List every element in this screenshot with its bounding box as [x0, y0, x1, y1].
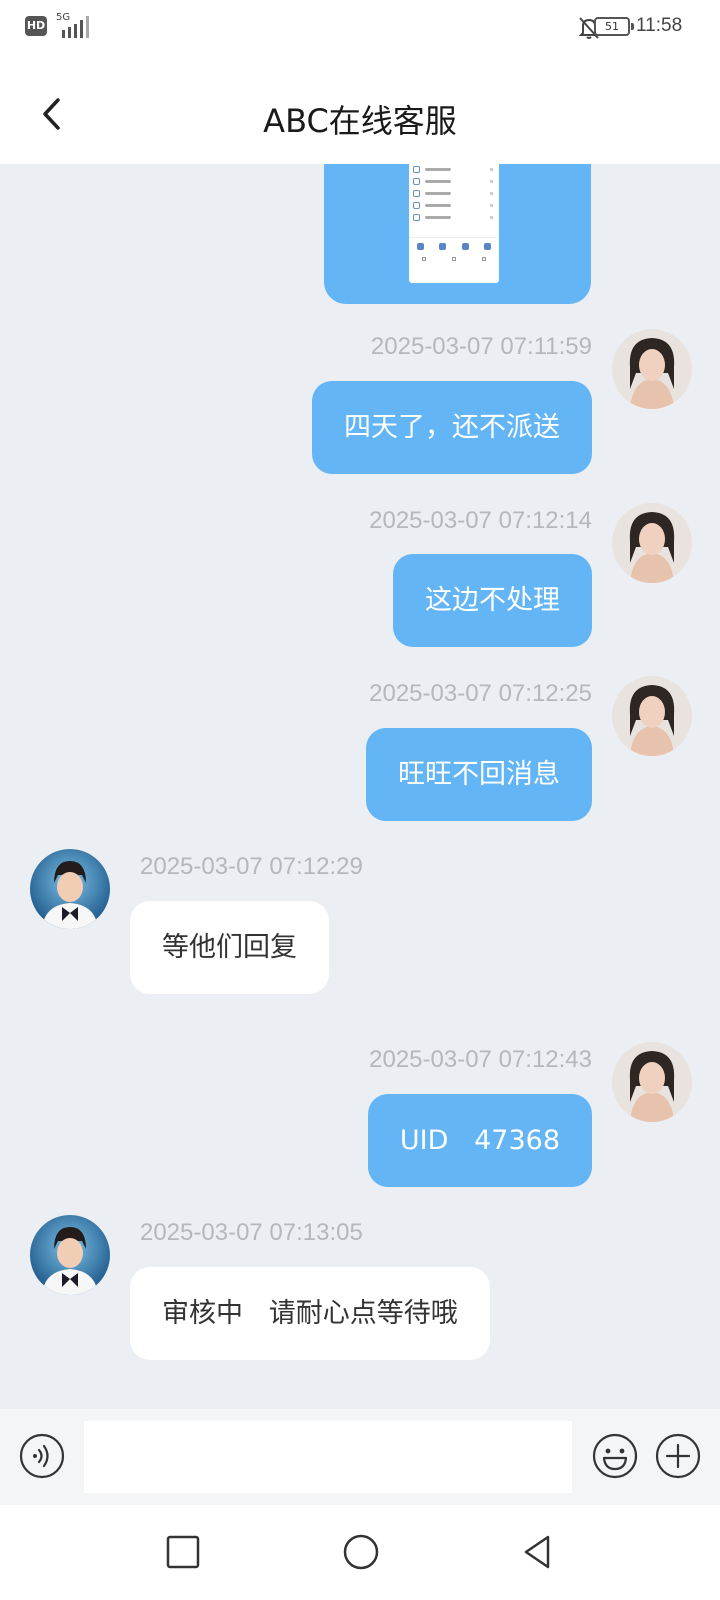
- hd-badge: HD: [25, 16, 47, 36]
- battery-indicator: 51: [594, 17, 634, 36]
- signal-icon: [62, 16, 89, 38]
- screenshot-thumbnail: [409, 164, 499, 283]
- incoming-message[interactable]: 等他们回复: [130, 901, 329, 994]
- system-nav-bar: [0, 1505, 720, 1600]
- message-timestamp: 2025-03-07 07:13:05: [140, 1219, 363, 1246]
- image-message[interactable]: [324, 164, 591, 304]
- status-bar: HD 5G 51 11:58: [0, 0, 720, 56]
- message-input[interactable]: [84, 1421, 572, 1493]
- message-timestamp: 2025-03-07 07:12:29: [140, 853, 363, 880]
- user-avatar[interactable]: [612, 329, 692, 409]
- voice-icon[interactable]: [19, 1433, 65, 1479]
- incoming-message[interactable]: 审核中 请耐心点等待哦: [130, 1267, 490, 1360]
- user-avatar[interactable]: [612, 1042, 692, 1122]
- plus-icon[interactable]: [655, 1433, 701, 1479]
- outgoing-message[interactable]: UID 47368: [367, 1094, 592, 1187]
- message-timestamp: 2025-03-07 07:11:59: [370, 333, 592, 360]
- square-icon[interactable]: [166, 1535, 200, 1569]
- agent-avatar[interactable]: [30, 849, 110, 929]
- outgoing-message[interactable]: 四天了，还不派送: [312, 381, 592, 474]
- header: ABC在线客服: [0, 56, 720, 164]
- message-timestamp: 2025-03-07 07:12:14: [369, 507, 592, 534]
- user-avatar[interactable]: [612, 503, 692, 583]
- emoji-icon[interactable]: [592, 1433, 638, 1479]
- triangle-back-icon[interactable]: [520, 1533, 554, 1571]
- message-timestamp: 2025-03-07 07:12:43: [369, 1046, 592, 1073]
- chat-area[interactable]: 2025-03-07 07:11:59 四天了，还不派送 2025-03-07 …: [0, 164, 720, 1409]
- page-title: ABC在线客服: [263, 102, 457, 140]
- outgoing-message[interactable]: 这边不处理: [393, 554, 592, 647]
- clock: 11:58: [636, 15, 683, 36]
- circle-icon[interactable]: [342, 1533, 380, 1571]
- message-timestamp: 2025-03-07 07:12:25: [369, 680, 592, 707]
- user-avatar[interactable]: [612, 676, 692, 756]
- agent-avatar[interactable]: [30, 1215, 110, 1295]
- input-bar: [0, 1409, 720, 1505]
- outgoing-message[interactable]: 旺旺不回消息: [366, 728, 592, 821]
